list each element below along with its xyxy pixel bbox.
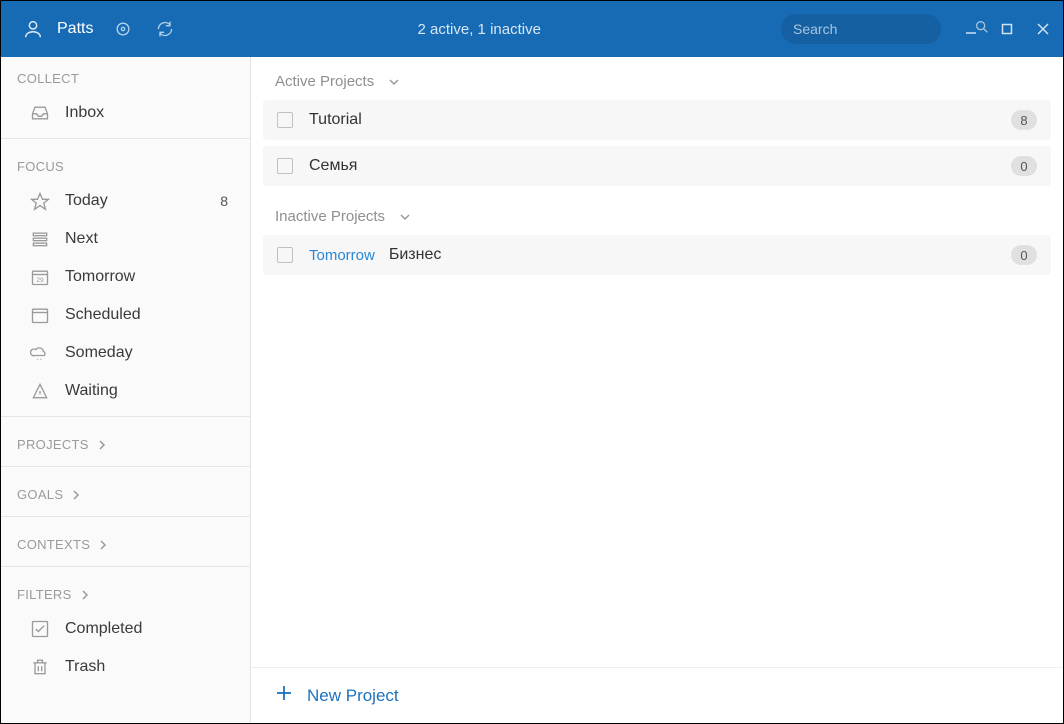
svg-text:29: 29 <box>36 277 44 284</box>
settings-icon[interactable] <box>111 17 135 41</box>
chevron-right-icon <box>80 590 90 600</box>
checkbox[interactable] <box>277 247 293 263</box>
trash-icon <box>29 656 51 678</box>
sidebar-item-scheduled[interactable]: Scheduled <box>1 296 250 334</box>
sidebar-item-label: Completed <box>65 620 234 638</box>
section-label: FILTERS <box>17 587 72 602</box>
divider <box>1 138 250 139</box>
sidebar-item-label: Waiting <box>65 382 234 400</box>
sidebar-item-completed[interactable]: Completed <box>1 610 250 648</box>
project-row[interactable]: Семья 0 <box>263 146 1051 186</box>
sidebar-item-inbox[interactable]: Inbox <box>1 94 250 132</box>
sidebar-item-today[interactable]: Today 8 <box>1 182 250 220</box>
group-header-active[interactable]: Active Projects <box>251 57 1063 100</box>
username-label: Patts <box>57 20 93 38</box>
divider <box>1 466 250 467</box>
chevron-down-icon <box>399 211 411 223</box>
sidebar-header-goals[interactable]: GOALS <box>1 473 250 510</box>
sidebar-item-someday[interactable]: Someday <box>1 334 250 372</box>
chevron-down-icon <box>388 76 400 88</box>
divider <box>1 516 250 517</box>
app-body: COLLECT Inbox FOCUS Today 8 Ne <box>1 57 1063 723</box>
user-menu[interactable]: Patts <box>21 17 93 41</box>
chevron-right-icon <box>97 440 107 450</box>
project-row[interactable]: Tomorrow Бизнес 0 <box>263 235 1051 275</box>
status-text: 2 active, 1 inactive <box>177 21 781 38</box>
minimize-button[interactable] <box>963 21 979 37</box>
group-header-inactive[interactable]: Inactive Projects <box>251 192 1063 235</box>
waiting-icon <box>29 380 51 402</box>
group-label: Inactive Projects <box>275 208 385 225</box>
section-label: PROJECTS <box>17 437 89 452</box>
sidebar-item-label: Trash <box>65 658 234 676</box>
main-area: Active Projects Tutorial 8 Семья 0 In <box>251 57 1063 723</box>
titlebar: Patts 2 active, 1 inactive <box>1 1 1063 57</box>
section-label: CONTEXTS <box>17 537 90 552</box>
maximize-button[interactable] <box>999 21 1015 37</box>
star-icon <box>29 190 51 212</box>
sidebar-header-projects[interactable]: PROJECTS <box>1 423 250 460</box>
close-button[interactable] <box>1035 21 1051 37</box>
sidebar-header-focus: FOCUS <box>1 145 250 182</box>
main-content: Active Projects Tutorial 8 Семья 0 In <box>251 57 1063 667</box>
new-project-label: New Project <box>307 686 399 706</box>
app-window: Patts 2 active, 1 inactive <box>0 0 1064 724</box>
chevron-right-icon <box>71 490 81 500</box>
project-row[interactable]: Tutorial 8 <box>263 100 1051 140</box>
sidebar-item-label: Today <box>65 192 220 210</box>
chevron-right-icon <box>98 540 108 550</box>
window-controls <box>963 21 1051 37</box>
sidebar-item-tomorrow[interactable]: 29 Tomorrow <box>1 258 250 296</box>
sync-icon[interactable] <box>153 17 177 41</box>
sidebar-header-filters[interactable]: FILTERS <box>1 573 250 610</box>
titlebar-left: Patts <box>13 17 177 41</box>
count-badge: 8 <box>1011 110 1037 130</box>
sidebar: COLLECT Inbox FOCUS Today 8 Ne <box>1 57 251 723</box>
project-tag: Tomorrow <box>309 247 375 264</box>
titlebar-right <box>781 14 1051 44</box>
count-badge: 0 <box>1011 156 1037 176</box>
divider <box>1 566 250 567</box>
sidebar-header-collect: COLLECT <box>1 57 250 94</box>
checkbox[interactable] <box>277 112 293 128</box>
project-title: Семья <box>309 157 357 175</box>
sidebar-item-label: Scheduled <box>65 306 234 324</box>
search-box[interactable] <box>781 14 941 44</box>
sidebar-item-label: Next <box>65 230 234 248</box>
checkbox[interactable] <box>277 158 293 174</box>
section-label: GOALS <box>17 487 63 502</box>
check-icon <box>29 618 51 640</box>
sidebar-item-trash[interactable]: Trash <box>1 648 250 686</box>
sidebar-item-label: Inbox <box>65 104 234 122</box>
divider <box>1 416 250 417</box>
search-input[interactable] <box>793 21 974 37</box>
sidebar-item-count: 8 <box>220 193 228 209</box>
new-project-button[interactable]: New Project <box>251 667 1063 723</box>
sidebar-item-label: Someday <box>65 344 234 362</box>
calendar-icon <box>29 304 51 326</box>
sidebar-item-waiting[interactable]: Waiting <box>1 372 250 410</box>
sidebar-item-next[interactable]: Next <box>1 220 250 258</box>
plus-icon <box>275 684 293 707</box>
sidebar-item-label: Tomorrow <box>65 268 234 286</box>
count-badge: 0 <box>1011 245 1037 265</box>
group-label: Active Projects <box>275 73 374 90</box>
inbox-icon <box>29 102 51 124</box>
next-icon <box>29 228 51 250</box>
user-icon <box>21 17 45 41</box>
sidebar-header-contexts[interactable]: CONTEXTS <box>1 523 250 560</box>
cloud-icon <box>29 342 51 364</box>
calendar-day-icon: 29 <box>29 266 51 288</box>
project-title: Бизнес <box>389 246 442 264</box>
project-title: Tutorial <box>309 111 362 129</box>
